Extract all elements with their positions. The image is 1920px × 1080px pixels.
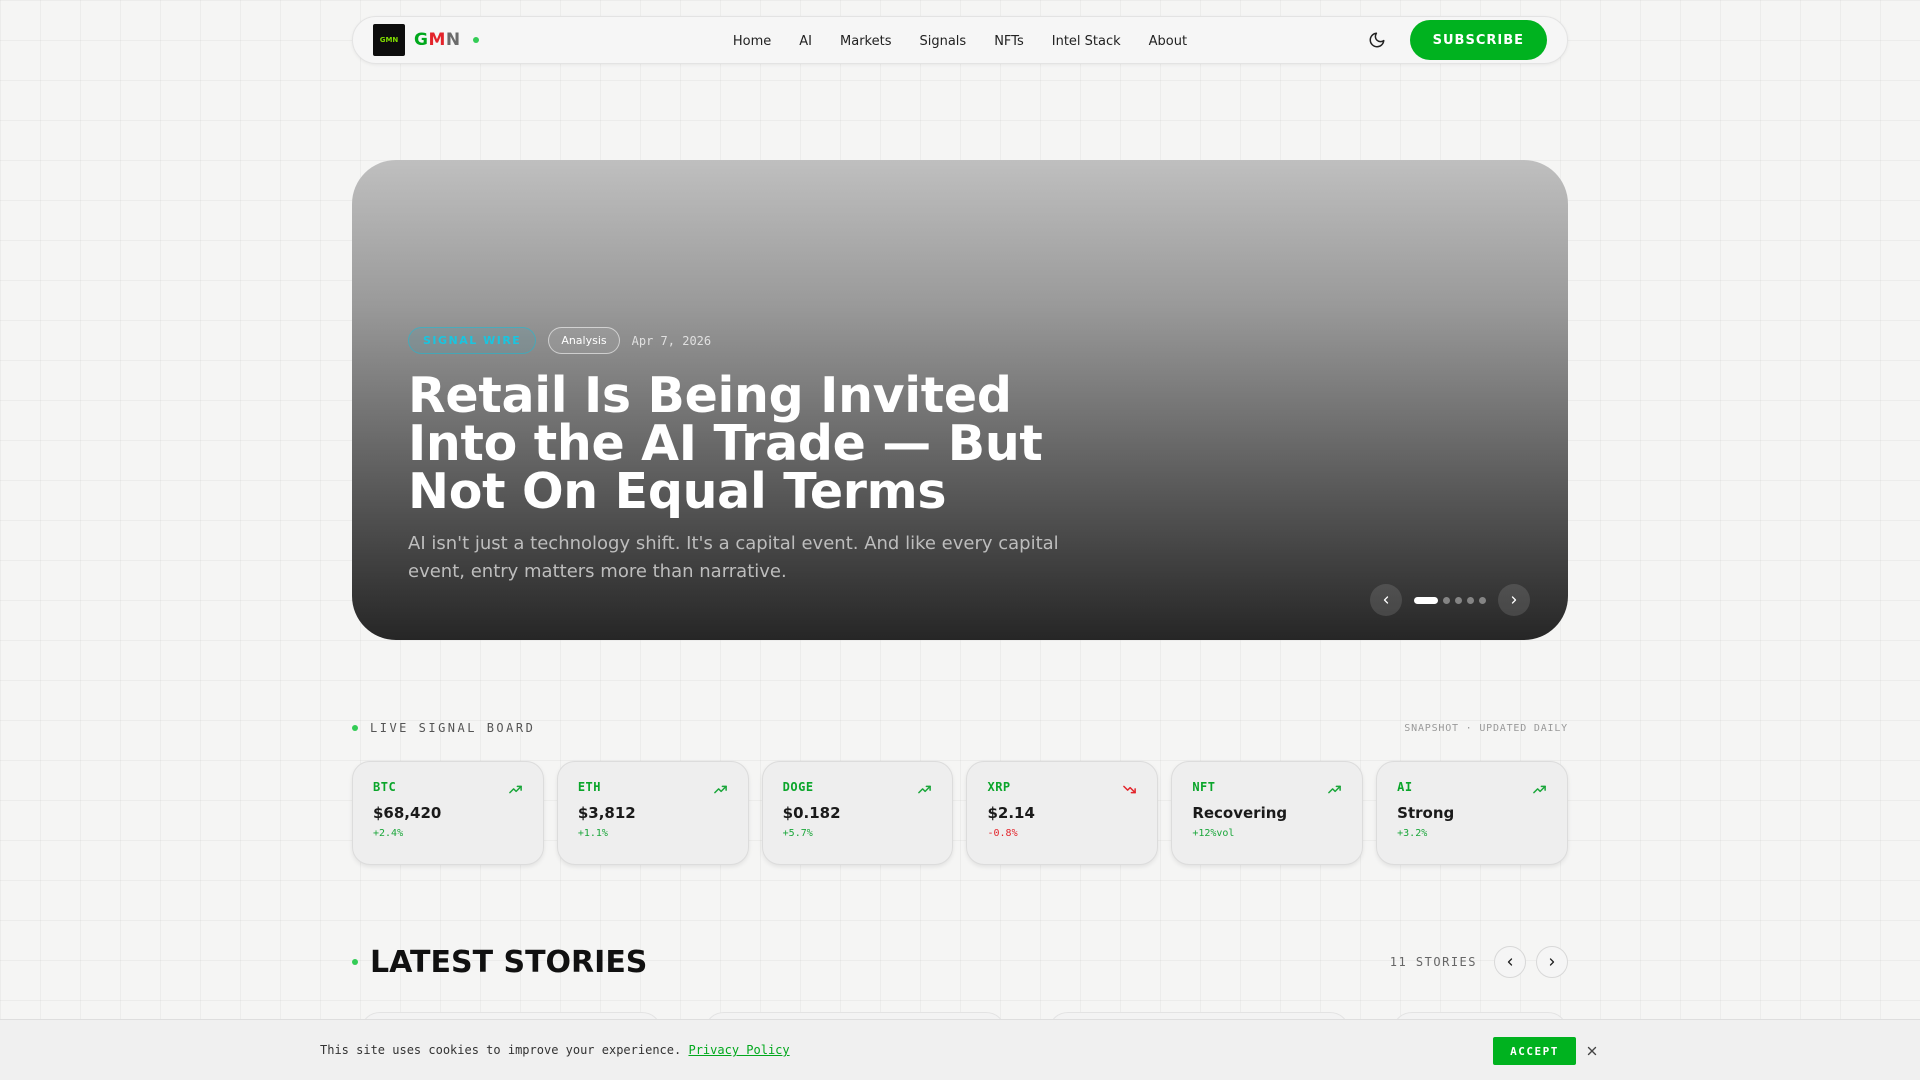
latest-stories-title: LATEST STORIES — [370, 944, 648, 980]
nav-link-about[interactable]: About — [1135, 34, 1201, 49]
card-value: Strong — [1397, 804, 1455, 822]
logo[interactable]: GMN — [373, 24, 405, 56]
card-value: $68,420 — [373, 804, 442, 822]
signal-board-header: LIVE SIGNAL BOARD SNAPSHOT · UPDATED DAI… — [352, 718, 1568, 738]
tag-signal-wire[interactable]: SIGNAL WIRE — [408, 327, 537, 354]
trend-up-icon — [1532, 782, 1547, 801]
card-symbol: XRP — [987, 780, 1011, 794]
chevron-right-icon — [1549, 958, 1555, 966]
stories-count: 11 STORIES — [1389, 955, 1477, 969]
cookie-banner: This site uses cookies to improve your e… — [0, 1019, 1920, 1080]
cookie-message: This site uses cookies to improve your e… — [320, 1043, 790, 1057]
card-symbol: DOGE — [782, 780, 814, 794]
carousel-dots — [1414, 596, 1486, 604]
signal-cards: BTC $68,420 +2.4% ETH $3,812 +1.1% DOGE … — [352, 761, 1568, 865]
carousel-next-button[interactable] — [1498, 584, 1530, 616]
stories-controls: 11 STORIES — [1390, 946, 1568, 978]
chevron-left-icon — [1507, 958, 1513, 966]
carousel-dot[interactable] — [1414, 596, 1438, 604]
trend-up-icon — [917, 782, 932, 801]
hero-content: SIGNAL WIRE Analysis Apr 7, 2026 Retail … — [408, 327, 1108, 586]
signal-card-eth[interactable]: ETH $3,812 +1.1% — [556, 761, 749, 865]
stories-prev-button[interactable] — [1494, 946, 1526, 978]
latest-stories-header: LATEST STORIES 11 STORIES — [352, 942, 1568, 982]
card-change: +12%vol — [1192, 828, 1235, 839]
top-nav: GMN GMN Home AI Markets Signals NFTs Int… — [352, 16, 1568, 64]
signal-card-btc[interactable]: BTC $68,420 +2.4% — [352, 761, 544, 865]
hero-date: Apr 7, 2026 — [631, 333, 712, 348]
signal-board-title: LIVE SIGNAL BOARD — [370, 721, 536, 735]
card-change: +1.1% — [577, 828, 608, 839]
carousel-dot[interactable] — [1443, 596, 1450, 604]
card-value: $2.14 — [987, 804, 1035, 822]
nav-link-markets[interactable]: Markets — [826, 34, 905, 49]
signal-card-xrp[interactable]: XRP $2.14 -0.8% — [966, 761, 1159, 865]
card-change: +5.7% — [782, 828, 813, 839]
hero-carousel[interactable]: SIGNAL WIRE Analysis Apr 7, 2026 Retail … — [352, 160, 1568, 640]
card-symbol: NFT — [1192, 780, 1216, 794]
tag-analysis[interactable]: Analysis — [548, 327, 620, 354]
card-symbol: ETH — [577, 780, 602, 794]
card-value: Recovering — [1192, 804, 1288, 822]
nav-link-nfts[interactable]: NFTs — [980, 34, 1038, 49]
card-symbol: AI — [1397, 780, 1413, 794]
trend-down-icon — [1122, 782, 1137, 801]
card-change: -0.8% — [987, 828, 1018, 839]
brand-name[interactable]: GMN — [414, 30, 461, 50]
card-change: +2.4% — [373, 828, 404, 839]
signal-card-nft[interactable]: NFT Recovering +12%vol — [1171, 761, 1364, 865]
signal-card-doge[interactable]: DOGE $0.182 +5.7% — [761, 761, 954, 865]
nav-link-home[interactable]: Home — [719, 34, 785, 49]
close-icon[interactable] — [1583, 1042, 1601, 1060]
carousel-dot[interactable] — [1455, 596, 1462, 604]
hero-subtitle: AI isn't just a technology shift. It's a… — [408, 533, 1059, 582]
chevron-right-icon — [1511, 596, 1517, 604]
trend-up-icon — [1327, 782, 1342, 801]
card-symbol: BTC — [373, 780, 397, 794]
live-indicator — [472, 37, 479, 43]
nav-link-signals[interactable]: Signals — [905, 34, 980, 49]
chevron-left-icon — [1383, 596, 1389, 604]
brand-n: N — [445, 30, 461, 50]
card-value: $0.182 — [782, 804, 841, 822]
cookie-text: This site uses cookies to improve your e… — [320, 1043, 682, 1057]
brand-m: M — [428, 30, 446, 50]
hero-title[interactable]: Retail Is Being Invited Into the AI Trad… — [408, 371, 1108, 516]
nav-link-intel-stack[interactable]: Intel Stack — [1038, 34, 1135, 49]
signal-board-note: SNAPSHOT · UPDATED DAILY — [1404, 722, 1568, 734]
trend-up-icon — [508, 782, 523, 801]
stories-next-button[interactable] — [1536, 946, 1568, 978]
carousel-dot[interactable] — [1467, 596, 1474, 604]
accept-cookies-button[interactable]: ACCEPT — [1493, 1037, 1576, 1065]
trend-up-icon — [713, 782, 728, 801]
brand-g: G — [414, 30, 429, 50]
carousel-prev-button[interactable] — [1370, 584, 1402, 616]
live-dot — [352, 725, 358, 731]
carousel-controls — [1370, 584, 1530, 616]
card-change: +3.2% — [1397, 828, 1428, 839]
nav-link-ai[interactable]: AI — [785, 34, 826, 49]
logo-text: GMN — [379, 36, 399, 44]
hero-tags: SIGNAL WIRE Analysis Apr 7, 2026 — [408, 327, 1108, 354]
subscribe-button[interactable]: SUBSCRIBE — [1409, 20, 1547, 60]
signal-card-ai[interactable]: AI Strong +3.2% — [1376, 761, 1568, 865]
moon-icon[interactable] — [1366, 29, 1388, 51]
privacy-policy-link[interactable]: Privacy Policy — [688, 1043, 789, 1057]
section-dot — [352, 959, 358, 965]
carousel-dot[interactable] — [1479, 596, 1486, 604]
card-value: $3,812 — [577, 804, 636, 822]
